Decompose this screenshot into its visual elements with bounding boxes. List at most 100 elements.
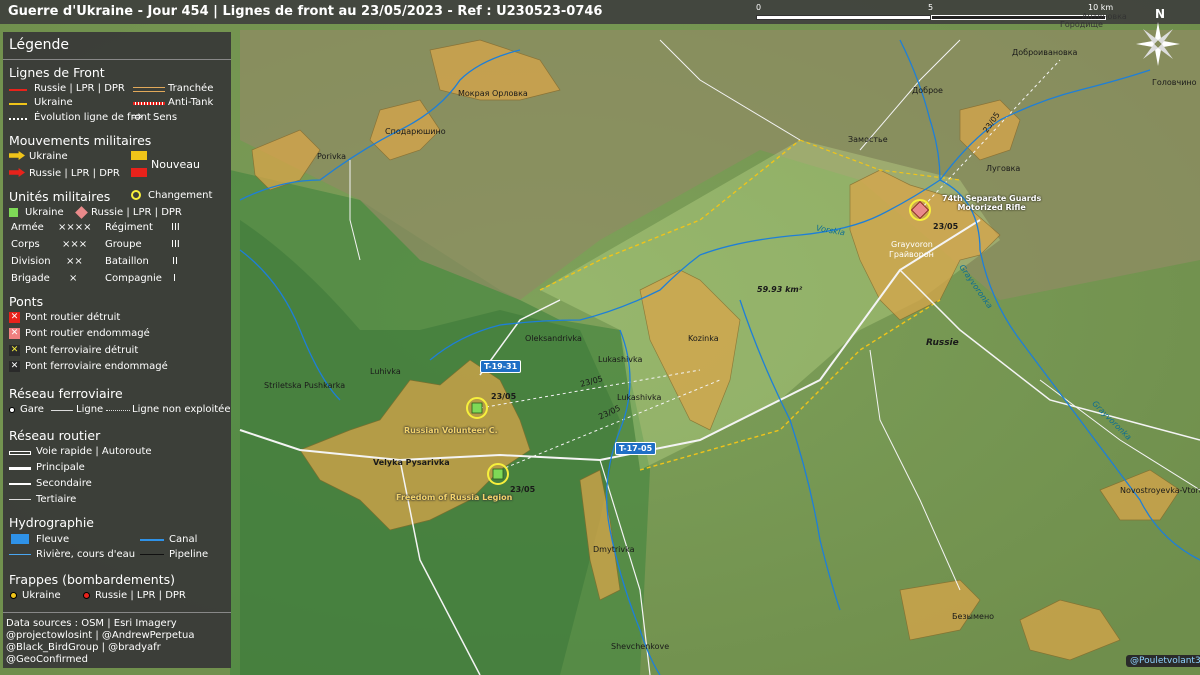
- pipeline-icon: [140, 554, 164, 555]
- sources-divider: [3, 612, 231, 613]
- legend-hydro-river: Rivière, cours d'eau: [36, 549, 136, 560]
- rail-bridge-destroyed-icon: ✕: [9, 345, 20, 356]
- russia-line-icon: [9, 89, 27, 91]
- russia-unit-icon: [75, 206, 88, 219]
- legend-strikes-heading: Frappes (bombardements): [9, 572, 175, 587]
- scale-bar: 0 5 10 km: [756, 3, 1128, 21]
- legend-bridge-item: Pont routier endommagé: [25, 328, 150, 339]
- place-label: Lukashivka: [598, 355, 643, 364]
- legend-front-antitank: Anti-Tank: [168, 97, 214, 108]
- place-label: Striletska Pushkarka: [264, 381, 346, 390]
- place-label: Grayvoron: [891, 240, 933, 249]
- place-label: Kozinka: [688, 334, 719, 343]
- antitank-icon: [133, 102, 165, 105]
- unit-name-2: Groupe: [105, 239, 142, 250]
- legend-strikes-ukraine: Ukraine: [22, 590, 61, 601]
- source-line: Data sources : OSM | Esri Imagery: [6, 618, 177, 629]
- new-ukraine-icon: [131, 151, 147, 160]
- unit-symbol-2: I: [173, 273, 176, 284]
- rail-bridge-damaged-icon: ✕: [9, 361, 20, 372]
- legend-front-russia: Russie | LPR | DPR: [34, 83, 125, 94]
- place-label: Luhivka: [370, 367, 401, 376]
- legend-panel: Légende Lignes de Front Russie | LPR | D…: [3, 32, 231, 668]
- legend-movements-heading: Mouvements militaires: [9, 133, 152, 148]
- main-road-icon: [9, 467, 31, 470]
- ukraine-unit-icon: [9, 208, 18, 217]
- legend-hydro-fleuve: Fleuve: [36, 534, 70, 545]
- unit-name-2: Régiment: [105, 222, 153, 233]
- rail-unused-icon: [106, 410, 130, 411]
- place-label: Сподарюшино: [385, 127, 446, 136]
- unit-symbol-2: III: [171, 222, 180, 233]
- unit-symbol-2: II: [172, 256, 178, 267]
- legend-movements-ukraine: Ukraine: [29, 151, 68, 162]
- area-label: 59.93 km²: [757, 285, 803, 294]
- author-credit: @Pouletvolant3: [1126, 655, 1200, 667]
- unit-symbol: ××: [66, 256, 83, 267]
- legend-road-item: Tertiaire: [36, 494, 77, 505]
- place-label: Луговка: [986, 164, 1021, 173]
- date-label: 23/05: [933, 222, 959, 231]
- place-label: Velyka Pysarivka: [373, 458, 450, 467]
- tertiary-road-icon: [9, 499, 31, 500]
- river-icon: [9, 554, 31, 555]
- place-label: Доброивановка: [1012, 48, 1078, 57]
- rail-line-icon: [51, 410, 73, 411]
- highway-icon: [9, 451, 31, 455]
- secondary-road-icon: [9, 483, 31, 485]
- legend-roads-heading: Réseau routier: [9, 428, 101, 443]
- north-label: N: [1155, 7, 1165, 21]
- evolution-line-icon: [9, 118, 27, 120]
- legend-road-item: Principale: [36, 462, 85, 473]
- legend-hydro-pipeline: Pipeline: [169, 549, 209, 560]
- ukraine-line-icon: [9, 103, 27, 105]
- place-label: Dmytrivka: [593, 545, 635, 554]
- legend-front-direction: Sens: [153, 112, 178, 123]
- north-arrow-icon: N: [1136, 7, 1180, 66]
- place-label: Novostroyevka-Vtoraya: [1120, 486, 1200, 495]
- scale-label-5: 5: [928, 3, 934, 12]
- scale-label-10: 10 km: [1088, 3, 1114, 12]
- place-label: Безымено: [952, 612, 995, 621]
- legend-title: Légende: [9, 37, 70, 53]
- legend-hydro-canal: Canal: [169, 534, 198, 545]
- legend-bridge-item: Pont ferroviaire endommagé: [25, 361, 168, 372]
- direction-arrow-icon: ⇨: [131, 109, 143, 125]
- legend-front-ukraine: Ukraine: [34, 97, 73, 108]
- unit-russian-guard-marker[interactable]: [909, 199, 931, 221]
- unit-label-frl: Freedom of Russia Legion: [396, 493, 513, 502]
- place-label: Городище: [1060, 20, 1103, 29]
- place-label: Головчино: [1152, 78, 1197, 87]
- unit-name: Brigade: [11, 273, 50, 284]
- date-label: 23/05: [510, 485, 536, 494]
- scale-bar-white: [756, 15, 931, 20]
- change-circle-icon: [131, 190, 141, 200]
- canal-icon: [140, 539, 164, 541]
- unit-symbol: ×××: [62, 239, 88, 250]
- legend-bridges-heading: Ponts: [9, 294, 44, 309]
- unit-name: Corps: [11, 239, 40, 250]
- place-label: Грайворон: [889, 250, 934, 259]
- source-line: @Black_BirdGroup | @bradyafr: [6, 642, 161, 653]
- legend-units-russia: Russie | LPR | DPR: [91, 207, 182, 218]
- scale-label-0: 0: [756, 3, 762, 12]
- road-bridge-destroyed-icon: ✕: [9, 312, 20, 323]
- legend-hydro-heading: Hydrographie: [9, 515, 94, 530]
- legend-front-heading: Lignes de Front: [9, 65, 105, 80]
- unit-name-2: Bataillon: [105, 256, 149, 267]
- russia-strike-icon: [83, 592, 90, 599]
- legend-movements-new: Nouveau: [151, 158, 200, 171]
- station-icon: [9, 407, 15, 413]
- legend-units-heading: Unités militaires: [9, 189, 111, 204]
- place-label: Porivka: [317, 152, 347, 161]
- place-label: Oleksandrivka: [525, 334, 582, 343]
- source-line: @GeoConfirmed: [6, 654, 88, 665]
- legend-rail-line: Ligne: [76, 404, 104, 415]
- place-label: Мокрая Орловка: [458, 89, 528, 98]
- unit-symbol-2: III: [171, 239, 180, 250]
- legend-front-trench: Tranchée: [168, 83, 214, 94]
- unit-name-2: Compagnie: [105, 273, 162, 284]
- date-label: 23/05: [491, 392, 517, 401]
- legend-movements-russia: Russie | LPR | DPR: [29, 168, 120, 179]
- unit-label-russian-guard: 74th Separate Guards Motorized Rifle: [942, 194, 1042, 212]
